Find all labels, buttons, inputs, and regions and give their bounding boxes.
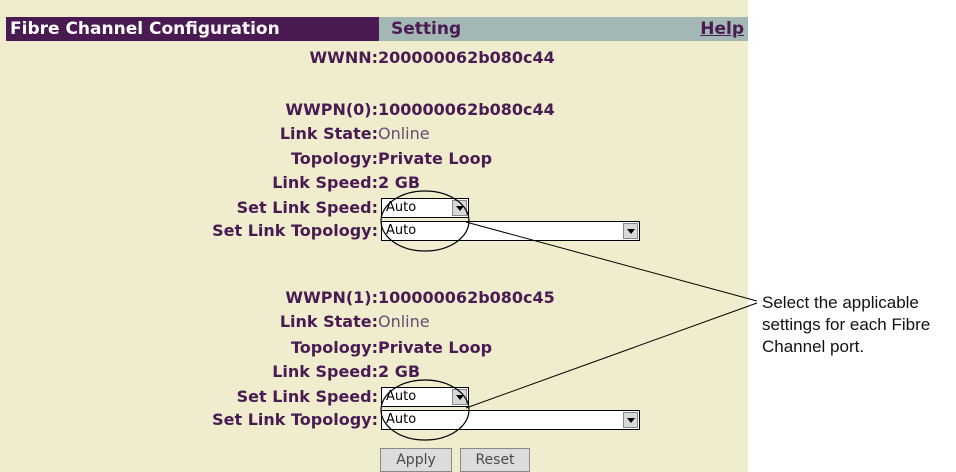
callout-overlay: [380, 190, 758, 441]
callout-ellipse-bottom: [380, 379, 470, 441]
leader-line-top: [465, 221, 758, 302]
leader-line-bottom: [465, 302, 758, 409]
callout-ellipse-top: [380, 190, 470, 252]
callout-text: Select the applicable settings for each …: [762, 293, 931, 356]
